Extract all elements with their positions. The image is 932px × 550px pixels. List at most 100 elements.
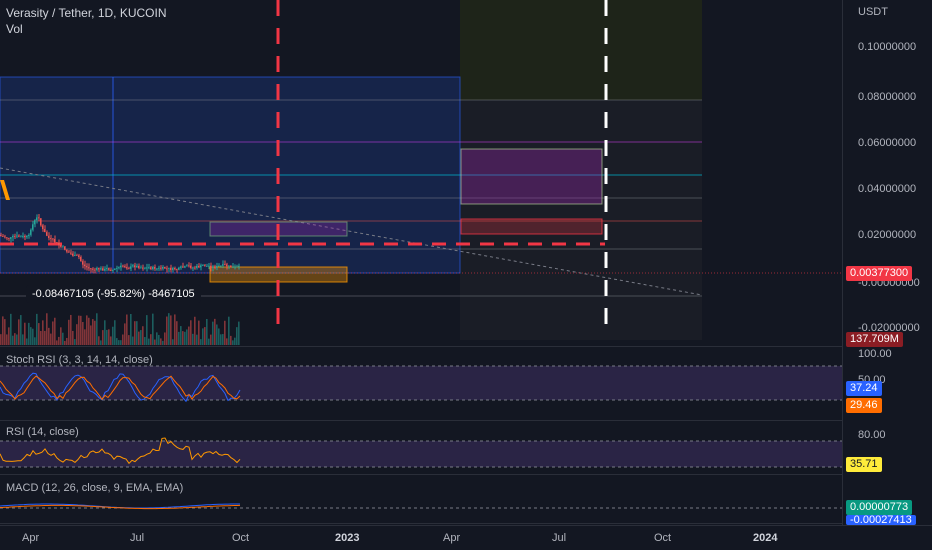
candle-body: [134, 265, 136, 268]
time-label: Oct: [654, 532, 672, 544]
volume-bar: [14, 333, 16, 345]
purple-zone-large: [460, 148, 603, 205]
rsi-band: [0, 441, 842, 467]
volume-bar: [18, 319, 20, 345]
volume-bar: [44, 330, 46, 345]
candle-body: [78, 255, 80, 258]
candle-body: [16, 235, 18, 237]
symbol-title[interactable]: Verasity / Tether, 1D, KUCOIN: [6, 6, 167, 20]
candle-body: [148, 267, 150, 269]
candle-body: [130, 266, 132, 269]
time-label: Oct: [232, 532, 250, 544]
candle-body: [92, 268, 94, 270]
volume-bar: [20, 315, 22, 345]
candle-body: [236, 266, 238, 268]
volume-bar: [142, 326, 144, 345]
volume-bar: [38, 323, 40, 345]
candle-body: [204, 265, 206, 267]
candle-body: [152, 266, 154, 270]
volume-bar: [60, 327, 62, 345]
volume-bar: [22, 334, 24, 345]
main-chart-canvas[interactable]: [0, 0, 842, 550]
candle-body: [216, 266, 218, 268]
volume-bar: [114, 320, 116, 345]
volume-bar: [108, 329, 110, 345]
volume-bar: [12, 335, 14, 345]
candle-body: [46, 232, 48, 236]
candle-body: [116, 267, 118, 269]
stoch-rsi-label[interactable]: Stoch RSI (3, 3, 14, 14, close): [6, 354, 153, 366]
volume-bar: [24, 322, 26, 345]
candle-body: [150, 267, 152, 270]
volume-badge: 137.709M: [846, 332, 903, 347]
volume-bar: [56, 340, 58, 345]
volume-bar: [128, 335, 130, 345]
candle-body: [54, 239, 56, 243]
candle-body: [138, 265, 140, 268]
candle-body: [238, 265, 240, 267]
candle-body: [184, 266, 186, 268]
pane-separator-1[interactable]: [0, 346, 932, 347]
volume-bar: [212, 321, 214, 345]
volume-bar: [172, 339, 174, 345]
volume-label[interactable]: Vol: [6, 22, 23, 36]
volume-bar: [186, 329, 188, 345]
stoch-top-tick: 100.00: [858, 348, 892, 360]
candle-body: [34, 220, 36, 225]
macd-label[interactable]: MACD (12, 26, close, 9, EMA, EMA): [6, 482, 183, 494]
candle-body: [234, 266, 236, 268]
candle-body: [30, 229, 32, 235]
volume-bar: [74, 339, 76, 345]
volume-bar: [126, 314, 128, 345]
volume-bar: [8, 327, 10, 345]
volume-bar: [130, 313, 132, 345]
candle-body: [76, 254, 78, 256]
candle-body: [140, 267, 142, 269]
price-tick: 0.06000000: [858, 137, 917, 149]
volume-bar: [100, 340, 102, 345]
volume-bar: [210, 334, 212, 345]
pane-separator-3[interactable]: [0, 474, 932, 475]
candle-body: [228, 265, 230, 267]
candle-body: [18, 235, 20, 237]
candle-body: [8, 238, 10, 240]
volume-bar: [68, 319, 70, 345]
volume-bar: [52, 321, 54, 345]
volume-bar: [62, 332, 64, 345]
stoch-k-badge: 37.24: [846, 381, 882, 396]
orange-zone: [209, 266, 348, 283]
candle-body: [178, 267, 180, 270]
volume-bar: [188, 326, 190, 345]
volume-bar: [84, 329, 86, 345]
candle-body: [98, 268, 100, 270]
volume-bar: [166, 316, 168, 345]
volume-bar: [236, 327, 238, 345]
candle-body: [196, 265, 198, 268]
red-zone: [460, 218, 603, 235]
pane-separator-2[interactable]: [0, 420, 932, 421]
candle-body: [6, 237, 8, 239]
volume-bar: [200, 339, 202, 345]
candle-body: [162, 267, 164, 269]
candle-body: [230, 265, 232, 268]
volume-bar: [190, 320, 192, 345]
volume-bar: [86, 315, 88, 345]
candle-body: [100, 268, 102, 270]
price-axis[interactable]: [842, 0, 932, 525]
candle-body: [28, 234, 30, 236]
volume-bar: [36, 313, 38, 345]
volume-bar: [72, 330, 74, 345]
time-label: 2023: [335, 532, 360, 544]
stoch-band: [0, 366, 842, 400]
volume-bar: [234, 337, 236, 345]
volume-bar: [168, 313, 170, 345]
volume-bar: [138, 331, 140, 345]
currency-label: USDT: [858, 6, 888, 18]
rsi-label[interactable]: RSI (14, close): [6, 426, 79, 438]
price-tick: 0.04000000: [858, 183, 917, 195]
candle-body: [56, 242, 58, 244]
top-right-zone: [460, 0, 702, 100]
candle-body: [190, 265, 192, 268]
volume-bar: [136, 321, 138, 345]
volume-bar: [228, 316, 230, 345]
